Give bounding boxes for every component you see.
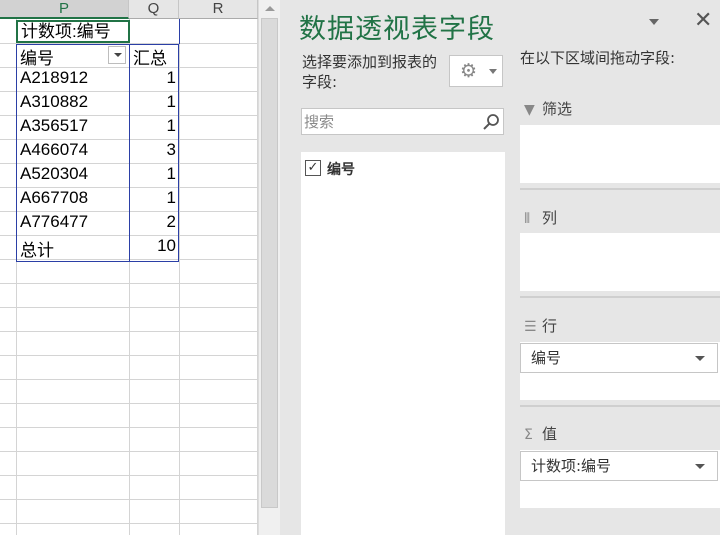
table-row-id[interactable]: A356517 [19, 116, 88, 140]
row-label-filter-button[interactable] [108, 46, 126, 64]
area-splitter[interactable] [520, 405, 720, 407]
chevron-down-icon [489, 69, 497, 74]
sigma-icon: Σ [524, 427, 533, 443]
table-row-count[interactable]: 1 [130, 68, 176, 92]
pivot-fields-pane: 数据透视表字段 ✕ 选择要添加到报表的字段: ⚙ ✓ 编号 在以下区域间拖动字段… [280, 0, 720, 535]
close-icon[interactable]: ✕ [694, 9, 712, 33]
chevron-down-icon[interactable] [695, 356, 705, 361]
scroll-up-arrow-icon[interactable] [259, 0, 280, 18]
area-label-filter: ▼ 筛选 [524, 98, 572, 119]
filter-icon: ▼ [524, 102, 535, 118]
area-label-columns: ⦀ 列 [524, 207, 557, 228]
table-row-id[interactable]: A520304 [19, 164, 88, 188]
rows-field-chip[interactable]: 编号 [520, 343, 718, 373]
rows-field-label: 编号 [531, 349, 562, 367]
area-label-text: 行 [542, 317, 558, 335]
table-row-count[interactable]: 1 [130, 188, 176, 212]
column-header-r[interactable]: R [179, 0, 258, 19]
table-row-id[interactable]: A667708 [19, 188, 88, 212]
grand-total-label[interactable]: 总计 [19, 236, 54, 260]
field-settings-button[interactable]: ⚙ [449, 55, 503, 87]
pivot-title-cell[interactable]: 计数项:编号 [16, 20, 130, 43]
chevron-down-icon[interactable] [695, 464, 705, 469]
area-label-text: 值 [542, 425, 558, 443]
area-label-text: 列 [542, 209, 558, 227]
gridline-vertical [179, 19, 180, 535]
spreadsheet-grid[interactable]: P Q R 计数项:编号 编号 汇总 A218912 1 A310882 1 A… [0, 0, 258, 535]
area-label-rows: ☰ 行 [524, 315, 557, 336]
field-list: ✓ 编号 [301, 152, 505, 535]
area-label-values: Σ值 [524, 423, 557, 444]
table-row-count[interactable]: 2 [130, 212, 176, 236]
table-row-count[interactable]: 3 [130, 140, 176, 164]
table-row-id[interactable]: A310882 [19, 92, 88, 116]
values-field-chip[interactable]: 计数项:编号 [520, 451, 718, 481]
area-splitter[interactable] [520, 296, 720, 298]
grand-total-count[interactable]: 10 [130, 236, 176, 260]
scroll-thumb[interactable] [261, 18, 278, 508]
drag-areas-label: 在以下区域间拖动字段: [520, 49, 676, 67]
value-header[interactable]: 汇总 [133, 44, 167, 68]
filter-drop-zone[interactable] [520, 125, 720, 183]
field-checkbox[interactable]: ✓ [305, 160, 321, 176]
values-field-label: 计数项:编号 [531, 457, 612, 475]
columns-drop-zone[interactable] [520, 233, 720, 291]
table-row-id[interactable]: A466074 [19, 140, 88, 164]
gridline-vertical [16, 19, 17, 535]
field-name: 编号 [327, 162, 355, 178]
table-row-count[interactable]: 1 [130, 92, 176, 116]
gear-icon: ⚙ [460, 60, 478, 82]
table-row-count[interactable]: 1 [130, 116, 176, 140]
area-splitter[interactable] [520, 188, 720, 190]
pane-title: 数据透视表字段 [299, 14, 495, 45]
table-row-id[interactable]: A776477 [19, 212, 88, 236]
table-row-id[interactable]: A218912 [19, 68, 88, 92]
pane-options-chevron-down-icon[interactable] [647, 16, 661, 28]
search-input[interactable] [302, 109, 477, 134]
rows-icon: ☰ [524, 319, 537, 335]
columns-icon: ⦀ [524, 211, 531, 227]
row-label-header[interactable]: 编号 [19, 44, 54, 68]
column-header-p[interactable]: P [0, 0, 129, 19]
choose-fields-label: 选择要添加到报表的字段: [302, 53, 438, 91]
column-header-q[interactable]: Q [129, 0, 179, 19]
search-icon[interactable] [482, 113, 500, 131]
area-label-text: 筛选 [542, 100, 573, 118]
table-row-count[interactable]: 1 [130, 164, 176, 188]
vertical-scrollbar[interactable] [258, 0, 280, 535]
search-field[interactable] [301, 108, 504, 135]
